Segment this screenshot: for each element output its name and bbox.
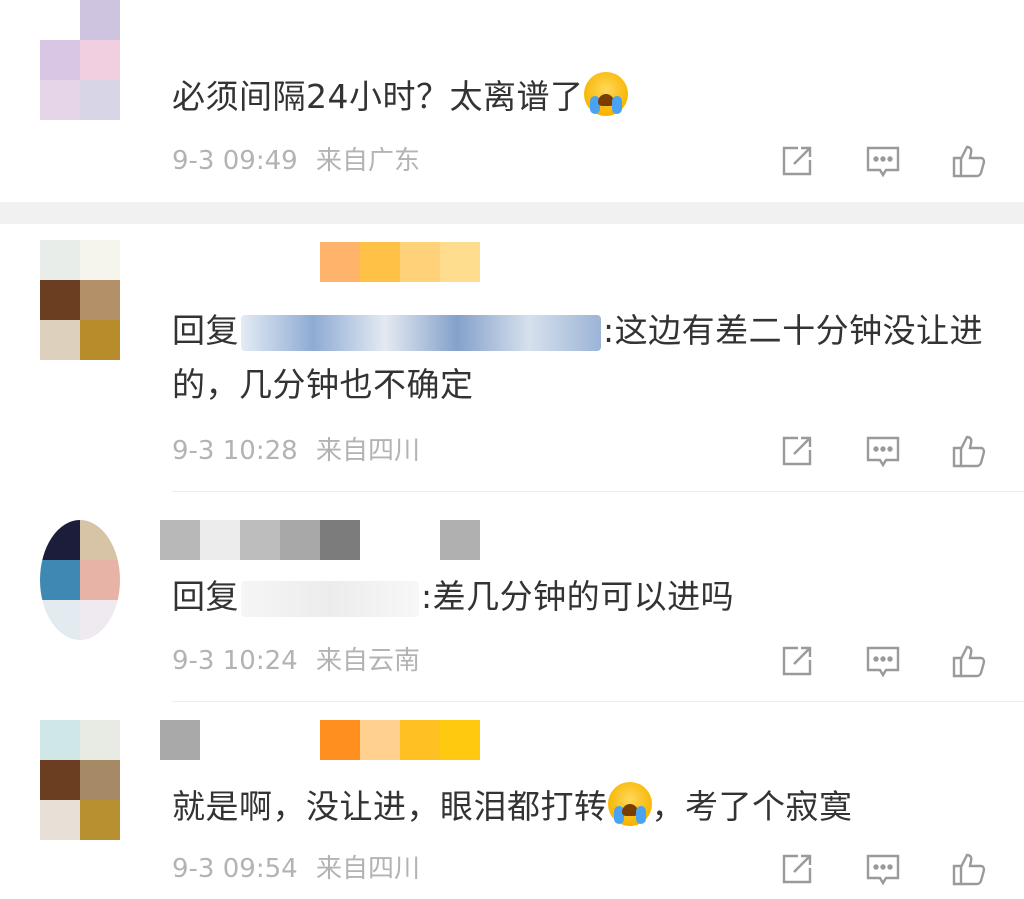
comment-body-end: ，考了个寂寞 [651,787,853,826]
share-button[interactable] [778,432,816,470]
comment-item: 必须间隔24小时？太离谱了 9-3 09:49 来自广东 [0,0,1024,202]
share-icon [782,436,812,466]
mentioned-user-blurred[interactable] [241,580,419,617]
reply-button[interactable] [864,142,902,180]
comment-text: 回复 :差几分钟的可以进吗 [172,570,984,624]
comment-item: 就是啊，没让进，眼泪都打转 ，考了个寂寞 9-3 09:54 来自四川 [0,702,1024,899]
timestamp: 9-3 10:24 [172,646,298,676]
share-icon [782,146,812,176]
location: 来自云南 [315,646,420,676]
share-button[interactable] [778,142,816,180]
avatar[interactable] [40,240,120,360]
comment-actions [778,142,988,180]
comment-body: 必须间隔24小时？太离谱了 [172,77,584,116]
thumbs-up-icon [952,145,986,178]
thumbs-up-icon [952,435,986,468]
like-button[interactable] [950,432,988,470]
thumbs-up-icon [952,853,986,886]
comment-item: 回复:这边有差二十分钟没让进的，几分钟也不确定 9-3 10:28 来自四川 [0,224,1024,490]
comment-text: 必须间隔24小时？太离谱了 [172,70,984,124]
comment-icon [866,854,900,886]
comment-meta: 9-3 10:28 来自四川 [172,434,420,468]
reply-button[interactable] [864,432,902,470]
timestamp: 9-3 09:49 [172,146,298,176]
comment-actions [778,642,988,680]
share-icon [782,854,812,884]
comment-icon [866,146,900,178]
crying-face-icon [607,782,652,826]
timestamp: 9-3 09:54 [172,854,298,884]
location: 来自四川 [315,854,420,884]
section-divider [0,202,1024,224]
like-button[interactable] [950,850,988,888]
like-button[interactable] [950,142,988,180]
comment-icon [866,436,900,468]
reply-prefix: 回复 [172,311,239,350]
username-mosaic[interactable] [160,720,480,760]
location: 来自广东 [315,146,420,176]
comment-icon [866,646,900,678]
share-button[interactable] [778,642,816,680]
avatar[interactable] [40,520,120,640]
share-button[interactable] [778,850,816,888]
comment-actions [778,432,988,470]
avatar[interactable] [40,0,120,120]
crying-face-icon [583,72,628,116]
comment-body: 就是啊，没让进，眼泪都打转 [172,787,608,826]
reply-prefix: 回复 [172,577,239,616]
mentioned-user-blurred[interactable] [241,314,601,351]
reply-button[interactable] [864,850,902,888]
comment-item: 回复 :差几分钟的可以进吗 9-3 10:24 来自云南 [0,492,1024,702]
avatar[interactable] [40,720,120,840]
like-button[interactable] [950,642,988,680]
comment-meta: 9-3 10:24 来自云南 [172,644,420,678]
location: 来自四川 [315,436,420,466]
comment-body: :差几分钟的可以进吗 [421,577,735,616]
username-mosaic[interactable] [320,242,480,282]
comment-meta: 9-3 09:49 来自广东 [172,144,420,178]
username-mosaic[interactable] [160,520,480,560]
comment-text: 就是啊，没让进，眼泪都打转 ，考了个寂寞 [172,780,984,834]
comment-text: 回复:这边有差二十分钟没让进的，几分钟也不确定 [172,304,984,412]
share-icon [782,646,812,676]
timestamp: 9-3 10:28 [172,436,298,466]
reply-button[interactable] [864,642,902,680]
comment-meta: 9-3 09:54 来自四川 [172,852,420,886]
comment-actions [778,850,988,888]
thumbs-up-icon [952,645,986,678]
